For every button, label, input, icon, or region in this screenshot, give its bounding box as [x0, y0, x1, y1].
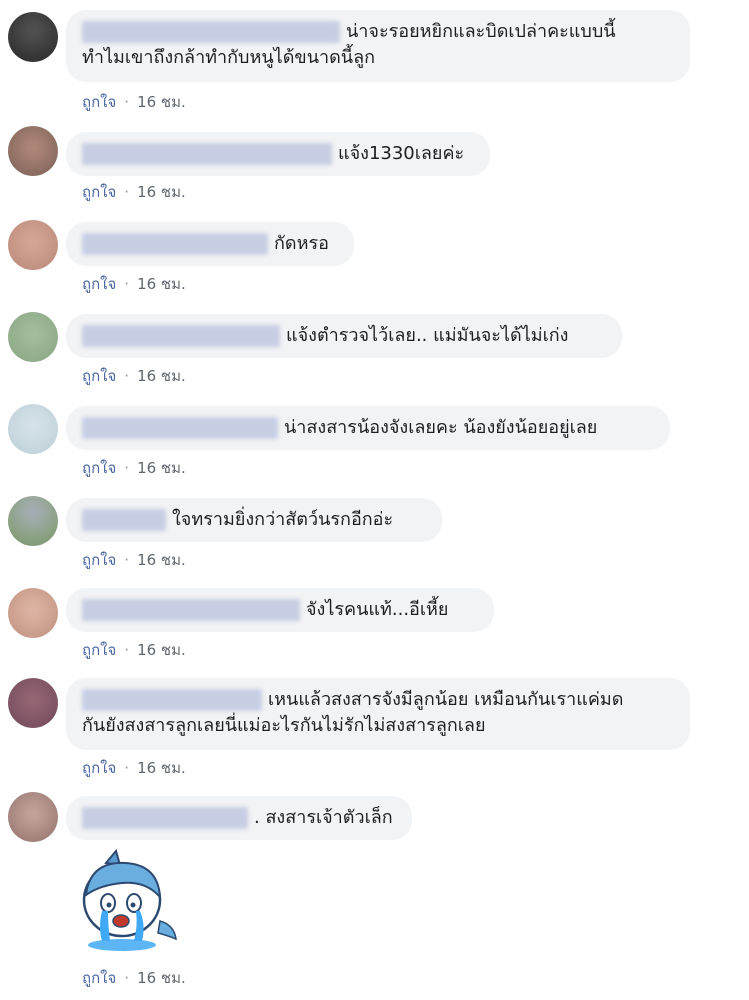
- timestamp[interactable]: 16 ชม.: [137, 969, 186, 987]
- comment-bubble: น่าสงสารน้องจังเลยคะ น้องยังน้อยอยู่เลย: [66, 406, 670, 450]
- comment-text: . สงสารเจ้าตัวเล็ก: [254, 807, 393, 828]
- like-link[interactable]: ถูกใจ: [82, 183, 116, 201]
- avatar[interactable]: [8, 220, 58, 270]
- avatar[interactable]: [8, 12, 58, 62]
- avatar[interactable]: [8, 404, 58, 454]
- blurred-author-name[interactable]: [82, 143, 332, 165]
- like-link[interactable]: ถูกใจ: [82, 759, 116, 777]
- avatar[interactable]: [8, 496, 58, 546]
- comment-meta: ถูกใจ · 16 ชม.: [82, 551, 186, 569]
- comment-text: แจ้งตำรวจไว้เลย.. แม่มันจะได้ไม่เก่ง: [286, 325, 569, 346]
- blurred-author-name[interactable]: [82, 807, 248, 829]
- like-link[interactable]: ถูกใจ: [82, 551, 116, 569]
- timestamp[interactable]: 16 ชม.: [137, 183, 186, 201]
- comment-text: เหนแล้วสงสารจังมีลูกน้อย เหมือนกันเราแค่…: [268, 689, 624, 710]
- comment-bubble: น่าจะรอยหยิกและบิดเปล่าคะแบบนี้ ทำไมเขาถ…: [66, 10, 690, 82]
- avatar[interactable]: [8, 312, 58, 362]
- comment-text: แจ้ง1330เลยค่ะ: [338, 143, 465, 164]
- comment-text: น่าจะรอยหยิกและบิดเปล่าคะแบบนี้: [346, 21, 616, 42]
- comment-text: ใจทรามยิ่งกว่าสัตว์นรกอีกอ่ะ: [172, 509, 394, 530]
- comment-bubble: แจ้ง1330เลยค่ะ: [66, 132, 490, 176]
- comment-bubble: จังไรคนแท้...อีเหี้ย: [66, 588, 494, 632]
- timestamp[interactable]: 16 ชม.: [137, 641, 186, 659]
- avatar[interactable]: [8, 792, 58, 842]
- comment-meta: ถูกใจ · 16 ชม.: [82, 275, 186, 293]
- like-link[interactable]: ถูกใจ: [82, 367, 116, 385]
- comment-meta: ถูกใจ · 16 ชม.: [82, 183, 186, 201]
- blurred-author-name[interactable]: [82, 599, 300, 621]
- comment-meta: ถูกใจ · 16 ชม.: [82, 459, 186, 477]
- comment-bubble: แจ้งตำรวจไว้เลย.. แม่มันจะได้ไม่เก่ง: [66, 314, 622, 358]
- timestamp[interactable]: 16 ชม.: [137, 551, 186, 569]
- like-link[interactable]: ถูกใจ: [82, 275, 116, 293]
- blurred-author-name[interactable]: [82, 509, 166, 531]
- comment-meta: ถูกใจ · 16 ชม.: [82, 367, 186, 385]
- comment-text: กัดหรอ: [274, 233, 329, 254]
- comment-meta: ถูกใจ · 16 ชม.: [82, 93, 186, 111]
- blurred-author-name[interactable]: [82, 21, 340, 43]
- timestamp[interactable]: 16 ชม.: [137, 93, 186, 111]
- blurred-author-name[interactable]: [82, 689, 262, 711]
- like-link[interactable]: ถูกใจ: [82, 459, 116, 477]
- blurred-author-name[interactable]: [82, 233, 268, 255]
- blurred-author-name[interactable]: [82, 325, 280, 347]
- crying-bird-sticker: [82, 848, 177, 951]
- comment-bubble: กัดหรอ: [66, 222, 354, 266]
- avatar[interactable]: [8, 126, 58, 176]
- comment-bubble: ใจทรามยิ่งกว่าสัตว์นรกอีกอ่ะ: [66, 498, 442, 542]
- blurred-author-name[interactable]: [82, 417, 278, 439]
- timestamp[interactable]: 16 ชม.: [137, 275, 186, 293]
- comment-text-line2: กันยังสงสารลูกเลยนี่แม่อะไรกันไม่รักไม่ส…: [82, 715, 486, 736]
- comment-bubble: . สงสารเจ้าตัวเล็ก: [66, 796, 412, 840]
- comment-meta: ถูกใจ · 16 ชม.: [82, 759, 186, 777]
- comment-meta: ถูกใจ · 16 ชม.: [82, 641, 186, 659]
- comment-text: น่าสงสารน้องจังเลยคะ น้องยังน้อยอยู่เลย: [284, 417, 598, 438]
- comment-bubble: เหนแล้วสงสารจังมีลูกน้อย เหมือนกันเราแค่…: [66, 678, 690, 750]
- like-link[interactable]: ถูกใจ: [82, 969, 116, 987]
- timestamp[interactable]: 16 ชม.: [137, 459, 186, 477]
- like-link[interactable]: ถูกใจ: [82, 641, 116, 659]
- comment-text: จังไรคนแท้...อีเหี้ย: [306, 599, 449, 620]
- like-link[interactable]: ถูกใจ: [82, 93, 116, 111]
- avatar[interactable]: [8, 588, 58, 638]
- avatar[interactable]: [8, 678, 58, 728]
- timestamp[interactable]: 16 ชม.: [137, 759, 186, 777]
- timestamp[interactable]: 16 ชม.: [137, 367, 186, 385]
- comment-meta: ถูกใจ · 16 ชม.: [82, 969, 186, 987]
- comment-text-line2: ทำไมเขาถึงกล้าทำกับหนูได้ขนาดนี้ลูก: [82, 47, 376, 68]
